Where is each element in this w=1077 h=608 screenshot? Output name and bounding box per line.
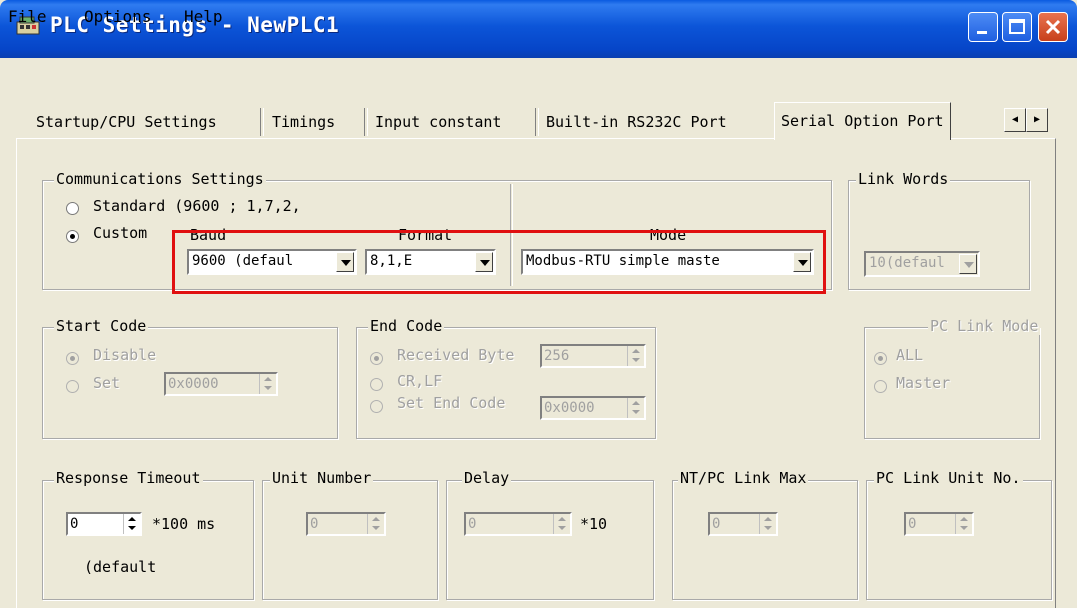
spinner-arrows-icon[interactable] [367, 514, 384, 534]
standard-label: Standard (9600 ; 1,7,2, [93, 197, 301, 215]
unit-number-group [262, 480, 438, 600]
spinner-arrows-icon[interactable] [627, 398, 644, 418]
response-timeout-note: (default [84, 558, 157, 576]
tab-startup-cpu-settings[interactable]: Startup/CPU Settings [30, 106, 223, 138]
response-timeout-value: 0 [70, 516, 79, 532]
maximize-button[interactable] [1002, 12, 1032, 42]
received-byte-value: 256 [544, 348, 570, 364]
delay-group [446, 480, 654, 600]
crlf-radio[interactable] [370, 378, 383, 391]
close-icon [1045, 19, 1061, 35]
minimize-button[interactable] [968, 12, 998, 42]
tab-serial-option-port[interactable]: Serial Option Port [774, 102, 951, 140]
unit-number-spinner[interactable]: 0 [306, 512, 386, 536]
set-end-code-radio[interactable] [370, 400, 383, 413]
all-radio[interactable] [874, 352, 887, 365]
menu-options[interactable]: Options [84, 7, 151, 26]
group-label: PC Link Unit No. [874, 469, 1023, 487]
tab-divider [364, 108, 368, 136]
spinner-arrows-icon[interactable] [259, 374, 276, 394]
master-radio[interactable] [874, 380, 887, 393]
pc-link-mode-group [864, 327, 1040, 439]
tab-timings[interactable]: Timings [266, 106, 341, 138]
delay-unit: *10 [580, 515, 608, 533]
response-timeout-unit: *100 ms [152, 515, 216, 533]
maximize-icon [1009, 19, 1025, 34]
spinner-arrows-icon[interactable] [553, 514, 570, 534]
custom-radio[interactable] [66, 230, 79, 243]
chevron-down-icon[interactable] [959, 254, 977, 274]
response-timeout-group [42, 480, 254, 600]
pc-link-unit-no-spinner[interactable]: 0 [904, 512, 974, 536]
set-label: Set [93, 374, 121, 392]
menu-bar [0, 58, 1077, 90]
spinner-arrows-icon[interactable] [955, 514, 972, 534]
tab-divider [535, 108, 539, 136]
group-label: Link Words [856, 170, 951, 188]
nt-pc-link-max-value: 0 [712, 516, 721, 532]
crlf-label: CR,LF [397, 372, 443, 390]
tab-scroll-right-icon[interactable]: ▶ [1026, 108, 1048, 132]
pc-link-unit-no-value: 0 [908, 516, 917, 532]
nt-pc-link-max-group [672, 480, 858, 600]
all-label: ALL [896, 346, 924, 364]
standard-radio[interactable] [66, 202, 79, 215]
highlight-box [172, 230, 826, 294]
group-label: Response Timeout [54, 469, 203, 487]
link-words-combo[interactable]: 10(defaul [864, 251, 980, 277]
tab-divider [260, 108, 264, 136]
unit-number-value: 0 [310, 516, 319, 532]
set-end-code-label: Set End Code [397, 394, 506, 412]
close-button[interactable] [1038, 12, 1068, 42]
group-label: NT/PC Link Max [678, 469, 809, 487]
custom-label: Custom [93, 224, 148, 242]
menu-file[interactable]: File [8, 7, 47, 26]
received-byte-spinner[interactable]: 256 [540, 344, 646, 368]
set-radio[interactable] [66, 380, 79, 393]
set-end-code-value: 0x0000 [544, 400, 595, 416]
disable-label: Disable [93, 346, 157, 364]
start-code-spinner[interactable]: 0x0000 [164, 372, 278, 396]
spinner-arrows-icon[interactable] [123, 514, 140, 534]
group-label: PC Link Mode [928, 317, 1041, 335]
minimize-icon [977, 31, 987, 34]
spinner-arrows-icon[interactable] [627, 346, 644, 366]
nt-pc-link-max-spinner[interactable]: 0 [708, 512, 778, 536]
group-label: Delay [462, 469, 512, 487]
menu-help[interactable]: Help [184, 7, 223, 26]
received-byte-label: Received Byte [397, 346, 515, 364]
received-byte-radio[interactable] [370, 352, 383, 365]
start-code-value: 0x0000 [168, 376, 219, 392]
group-label: Unit Number [270, 469, 374, 487]
master-label: Master [896, 374, 951, 392]
disable-radio[interactable] [66, 352, 79, 365]
delay-value: 0 [468, 516, 477, 532]
pc-link-unit-no-group [866, 480, 1052, 600]
tab-scroll-left-icon[interactable]: ◀ [1004, 108, 1026, 132]
group-label: End Code [368, 317, 445, 335]
response-timeout-spinner[interactable]: 0 [66, 512, 142, 536]
tab-builtin-rs232c-port[interactable]: Built-in RS232C Port [540, 106, 733, 138]
group-label: Communications Settings [54, 170, 266, 188]
group-label: Start Code [54, 317, 149, 335]
delay-spinner[interactable]: 0 [464, 512, 572, 536]
tab-input-constant[interactable]: Input constant [369, 106, 507, 138]
link-words-value: 10(defaul [869, 255, 945, 271]
set-end-code-spinner[interactable]: 0x0000 [540, 396, 646, 420]
spinner-arrows-icon[interactable] [759, 514, 776, 534]
